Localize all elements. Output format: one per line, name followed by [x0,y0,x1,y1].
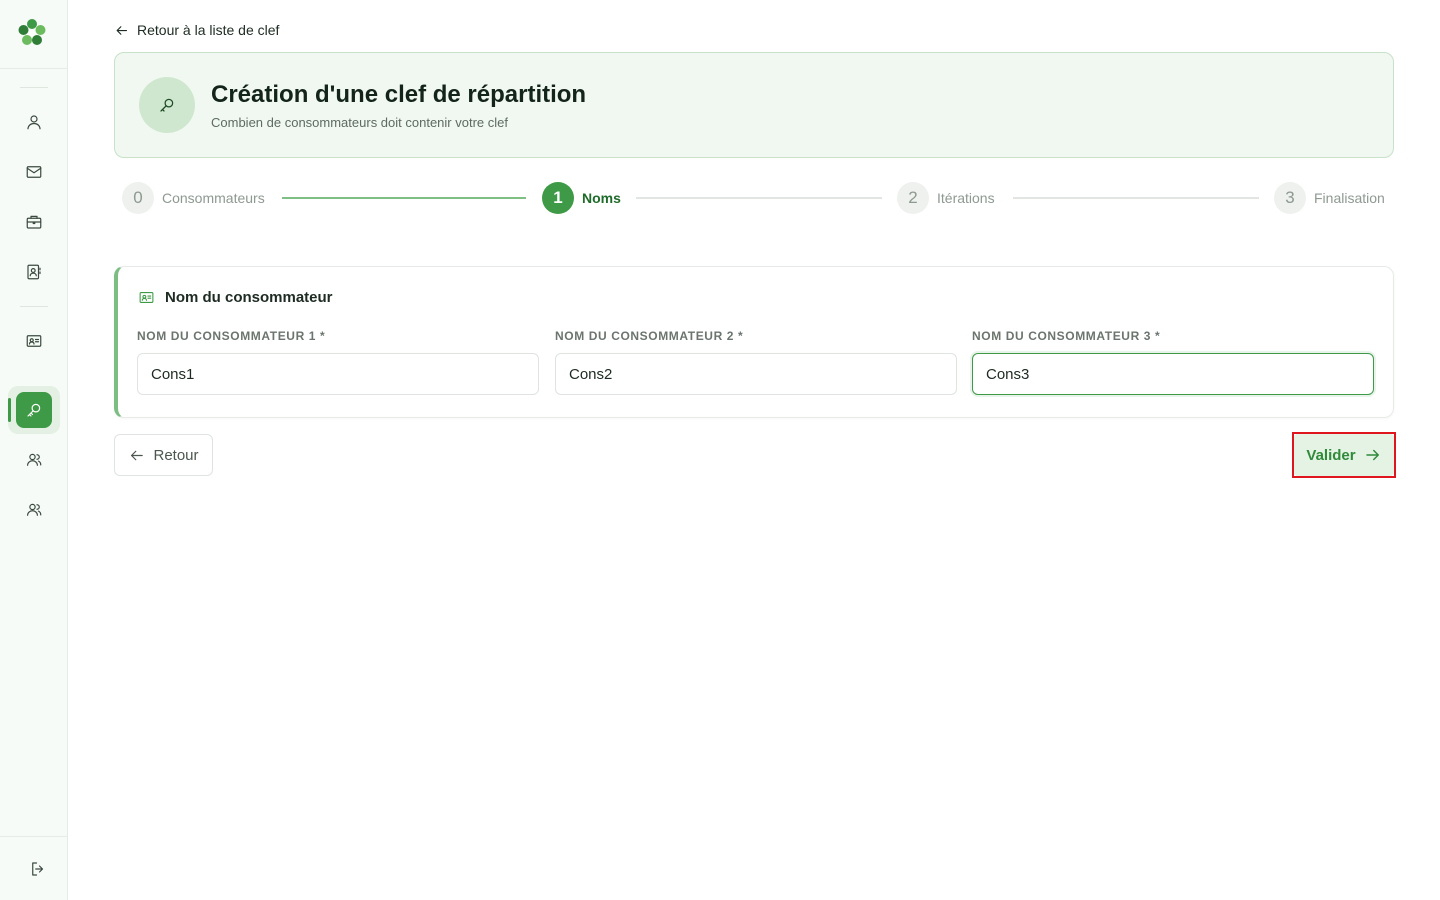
step-number: 2 [897,182,929,214]
sidebar-top-divider [0,68,68,69]
page-title: Création d'une clef de répartition [211,81,587,108]
users-icon [27,453,42,466]
id-card-icon [139,292,154,303]
consumer-name-input-1[interactable] [137,353,539,395]
clover-logo-icon [18,19,46,45]
validate-button-label: Valider [1306,446,1356,464]
step-label: Finalisation [1314,190,1385,206]
step-consumers[interactable]: 0 Consommateurs [122,182,265,214]
step-number: 1 [542,182,574,214]
sidebar-divider [20,87,48,88]
mail-icon [26,166,42,178]
consumer-name-label-2: NOM DU CONSOMMATEUR 2 * [555,329,744,343]
user-icon [27,115,41,130]
back-to-key-list-link[interactable]: Retour à la liste de clef [114,20,279,40]
stepper-connector [1013,197,1259,199]
header-icon-badge [139,77,195,133]
arrow-right-icon [1365,449,1379,461]
consumer-names-card: Nom du consommateur NOM DU CONSOMMATEUR … [114,266,1394,418]
progress-stepper: 0 Consommateurs 1 Noms 2 Itérations 3 Fi… [114,180,1394,216]
sidebar-active-indicator [8,398,11,422]
sidebar-item-contacts[interactable] [16,254,52,290]
arrow-left-icon [116,25,128,35]
consumer-name-input-3[interactable] [972,353,1374,395]
step-label: Itérations [937,190,995,206]
briefcase-icon [26,215,42,229]
sidebar-item-messages[interactable] [16,154,52,190]
consumer-name-input-2[interactable] [555,353,957,395]
sidebar-item-projects[interactable] [16,204,52,240]
contact-book-icon [27,264,41,280]
page-header-card: Création d'une clef de répartition Combi… [114,52,1394,158]
step-names[interactable]: 1 Noms [542,182,621,214]
back-button-label: Retour [153,446,199,464]
users-icon [27,503,42,516]
consumer-name-field-1: NOM DU CONSOMMATEUR 1 * [137,329,539,395]
sidebar-item-teams[interactable] [16,492,52,528]
sidebar-item-id-cards[interactable] [16,323,52,359]
consumer-name-field-3: NOM DU CONSOMMATEUR 3 * [972,329,1374,395]
consumer-name-field-2: NOM DU CONSOMMATEUR 2 * [555,329,957,395]
sidebar [0,0,68,900]
sidebar-bottom-divider [0,836,68,837]
step-label: Noms [582,190,621,206]
consumer-name-label-1: NOM DU CONSOMMATEUR 1 * [137,329,326,343]
back-to-key-list-label: Retour à la liste de clef [137,22,280,38]
stepper-connector-done [282,197,526,199]
step-iterations[interactable]: 2 Itérations [897,182,995,214]
form-section-title: Nom du consommateur [138,289,333,306]
sidebar-item-groups[interactable] [16,442,52,478]
sidebar-item-users-profile[interactable] [16,104,52,140]
validate-button[interactable]: Valider [1294,434,1394,476]
stepper-connector [636,197,882,199]
step-finalisation[interactable]: 3 Finalisation [1274,182,1385,214]
logout-icon [32,862,44,876]
id-card-icon [26,335,42,347]
sidebar-item-distribution-keys[interactable] [16,392,52,428]
page-subtitle: Combien de consommateurs doit contenir v… [211,115,508,130]
back-button[interactable]: Retour [114,434,213,476]
step-label: Consommateurs [162,190,265,206]
step-number: 0 [122,182,154,214]
key-icon [27,403,41,417]
arrow-left-icon [131,450,144,460]
logout-button[interactable] [20,851,56,887]
consumer-name-label-3: NOM DU CONSOMMATEUR 3 * [972,329,1161,343]
form-section-title-text: Nom du consommateur [165,289,333,306]
step-number: 3 [1274,182,1306,214]
sidebar-divider [20,306,48,307]
key-icon [160,98,174,112]
